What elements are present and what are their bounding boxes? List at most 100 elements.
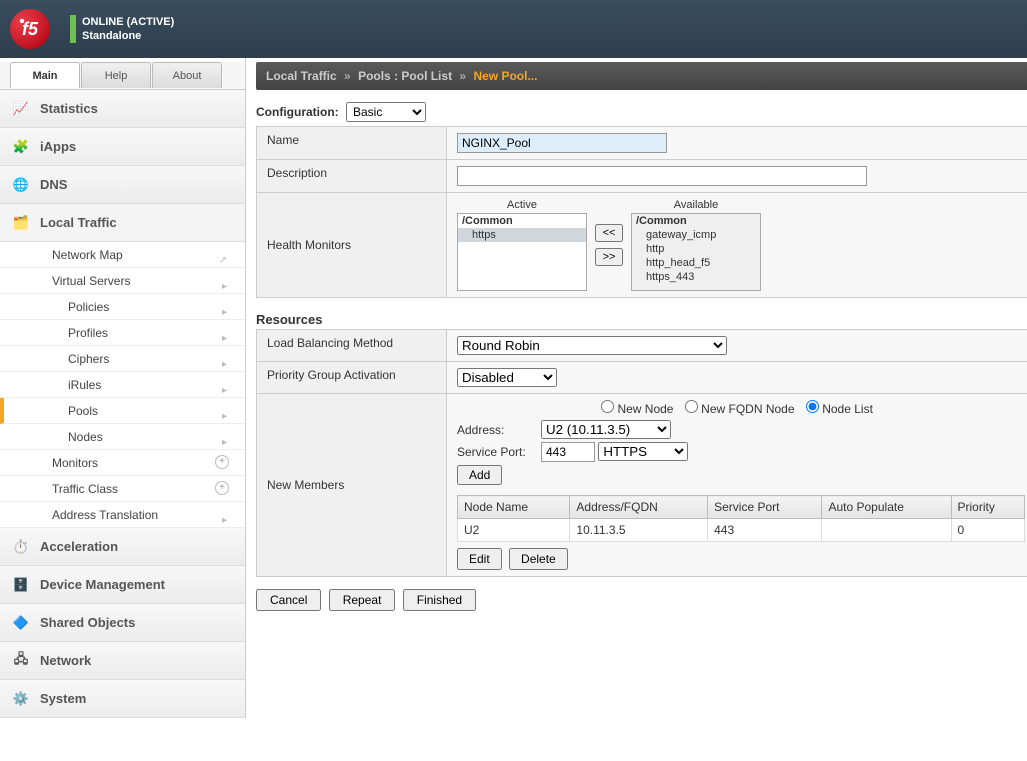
col-priority: Priority	[951, 496, 1025, 519]
subnav-address-translation[interactable]: Address Translation▸	[0, 502, 245, 528]
subnav-label: Monitors	[52, 456, 98, 470]
address-select[interactable]: U2 (10.11.3.5)	[541, 420, 671, 439]
nav-acceleration[interactable]: ⏱️Acceleration	[0, 528, 245, 566]
col-auto-populate: Auto Populate	[822, 496, 951, 519]
list-item[interactable]: http	[632, 242, 760, 256]
list-item[interactable]: gateway_icmp	[632, 228, 760, 242]
chart-icon: 📈	[10, 98, 32, 120]
new-node-radio[interactable]	[601, 400, 614, 413]
move-left-button[interactable]: <<	[595, 224, 623, 242]
local-traffic-submenu: Network Map↗ Virtual Servers▸ Policies▸ …	[0, 242, 245, 528]
delete-button[interactable]: Delete	[509, 548, 568, 570]
nav-shared-objects-label: Shared Objects	[40, 615, 135, 630]
repeat-button[interactable]: Repeat	[329, 589, 396, 611]
node-list-radio[interactable]	[806, 400, 819, 413]
radio-label: Node List	[822, 402, 873, 416]
shapes-icon: 🔷	[10, 612, 32, 634]
status-online: ONLINE (ACTIVE)	[82, 16, 174, 28]
subnav-label: Pools	[68, 404, 98, 418]
list-item[interactable]: https	[458, 228, 586, 242]
nav-statistics[interactable]: 📈 Statistics	[0, 90, 245, 128]
description-label: Description	[257, 160, 447, 193]
network-icon: 🖧	[10, 650, 32, 672]
gauge-icon: ⏱️	[10, 536, 32, 558]
subnav-label: iRules	[68, 378, 101, 392]
nav-network[interactable]: 🖧 Network	[0, 642, 245, 680]
subnav-policies[interactable]: Policies▸	[0, 294, 245, 320]
service-port-proto-select[interactable]: HTTPS	[598, 442, 688, 461]
nav-system[interactable]: ⚙️System	[0, 680, 245, 718]
tab-main[interactable]: Main	[10, 62, 80, 88]
nav-dns[interactable]: 🌐DNS	[0, 166, 245, 204]
list-item[interactable]: http_head_f5	[632, 256, 760, 270]
breadcrumb-part[interactable]: Pools : Pool List	[358, 69, 452, 83]
nav-device-mgmt-label: Device Management	[40, 577, 165, 592]
cell: U2	[458, 519, 570, 542]
nav-local-traffic[interactable]: 🗂️Local Traffic	[0, 204, 245, 242]
list-group: /Common	[458, 214, 586, 228]
subnav-nodes[interactable]: Nodes▸	[0, 424, 245, 450]
status-indicator	[70, 15, 76, 29]
tab-about[interactable]: About	[152, 62, 222, 88]
nav-network-label: Network	[40, 653, 91, 668]
status-block: ONLINE (ACTIVE) Standalone	[70, 15, 174, 43]
configuration-label: Configuration:	[256, 105, 339, 119]
breadcrumb-sep: »	[459, 69, 466, 83]
active-monitors-list[interactable]: /Common https	[457, 213, 587, 291]
subnav-label: Virtual Servers	[52, 274, 130, 288]
subnav-traffic-class[interactable]: Traffic Class +	[0, 476, 245, 502]
description-input[interactable]	[457, 166, 867, 186]
list-item[interactable]: https_443	[632, 270, 760, 284]
subnav-pools[interactable]: Pools▸	[0, 398, 245, 424]
nav-shared-objects[interactable]: 🔷 Shared Objects	[0, 604, 245, 642]
finished-button[interactable]: Finished	[403, 589, 476, 611]
add-button[interactable]: Add	[457, 465, 502, 485]
cancel-button[interactable]: Cancel	[256, 589, 321, 611]
globe-icon: 🌐	[10, 174, 32, 196]
priority-group-select[interactable]: Disabled	[457, 368, 557, 387]
breadcrumb-part[interactable]: Local Traffic	[266, 69, 337, 83]
configuration-select[interactable]: Basic	[346, 102, 426, 122]
lb-method-select[interactable]: Round Robin	[457, 336, 727, 355]
health-monitors-label: Health Monitors	[257, 193, 447, 298]
cell: 443	[708, 519, 822, 542]
health-monitor-mover: Active /Common https << >>	[457, 199, 1025, 291]
subnav-label: Address Translation	[52, 508, 158, 522]
subnav-virtual-servers[interactable]: Virtual Servers▸	[0, 268, 245, 294]
name-input[interactable]	[457, 133, 667, 153]
apps-icon: 🧩	[10, 136, 32, 158]
cell: 0	[951, 519, 1025, 542]
breadcrumb-current: New Pool...	[473, 69, 537, 83]
traffic-icon: 🗂️	[10, 212, 32, 234]
status-indicator-2	[70, 29, 76, 43]
subnav-network-map[interactable]: Network Map↗	[0, 242, 245, 268]
new-members-label: New Members	[257, 394, 447, 577]
move-right-button[interactable]: >>	[595, 248, 623, 266]
plus-icon[interactable]: +	[215, 455, 229, 469]
edit-button[interactable]: Edit	[457, 548, 502, 570]
plus-icon[interactable]: +	[215, 481, 229, 495]
node-type-radio-row: New Node New FQDN Node Node List	[457, 400, 1025, 416]
f5-logo: f5	[10, 9, 50, 49]
col-service-port: Service Port	[708, 496, 822, 519]
radio-label: New FQDN Node	[701, 402, 794, 416]
nav-system-label: System	[40, 691, 86, 706]
new-fqdn-node-radio[interactable]	[685, 400, 698, 413]
nav-iapps-label: iApps	[40, 139, 76, 154]
nav-iapps[interactable]: 🧩 iApps	[0, 128, 245, 166]
subnav-monitors[interactable]: Monitors +	[0, 450, 245, 476]
tab-help[interactable]: Help	[81, 62, 151, 88]
subnav-ciphers[interactable]: Ciphers▸	[0, 346, 245, 372]
server-icon: 🗄️	[10, 574, 32, 596]
breadcrumb: Local Traffic » Pools : Pool List » New …	[256, 62, 1027, 90]
service-port-input[interactable]	[541, 442, 595, 462]
nav-device-management[interactable]: 🗄️ Device Management	[0, 566, 245, 604]
subnav-irules[interactable]: iRules▸	[0, 372, 245, 398]
service-port-label: Service Port:	[457, 445, 541, 459]
available-monitors-list[interactable]: /Common gateway_icmp http http_head_f5 h…	[631, 213, 761, 291]
table-row[interactable]: U2 10.11.3.5 443 0	[458, 519, 1025, 542]
subnav-profiles[interactable]: Profiles▸	[0, 320, 245, 346]
nav-statistics-label: Statistics	[40, 101, 98, 116]
subnav-label: Traffic Class	[52, 482, 118, 496]
subnav-label: Ciphers	[68, 352, 109, 366]
